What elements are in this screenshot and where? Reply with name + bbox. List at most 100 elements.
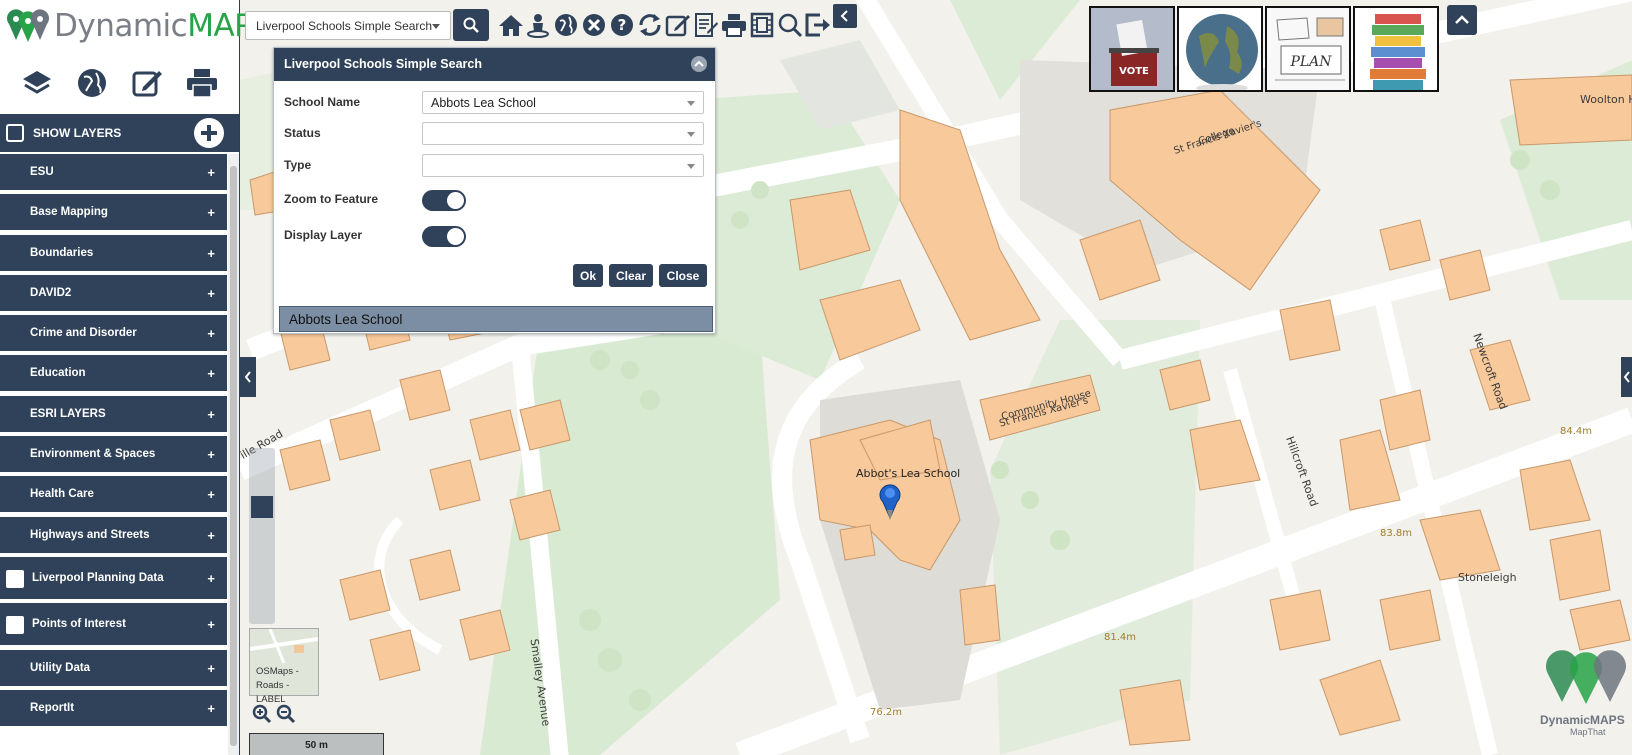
show-layers-label: SHOW LAYERS <box>33 126 122 140</box>
collapse-side-panel-button[interactable] <box>240 357 256 397</box>
layer-boundaries[interactable]: Boundaries + <box>0 234 227 273</box>
layer-highways-streets[interactable]: Highways and Streets + <box>0 516 227 555</box>
layer-esu[interactable]: ESU + <box>0 154 227 192</box>
left-toolbar <box>0 52 239 114</box>
globe-thumbnail[interactable] <box>1177 6 1263 92</box>
dialog-collapse-button[interactable] <box>691 56 707 72</box>
svg-text:?: ? <box>618 16 627 34</box>
expand-icon[interactable]: + <box>207 701 215 716</box>
expand-icon[interactable]: + <box>207 407 215 422</box>
dialog-header: Liverpool Schools Simple Search <box>274 48 715 81</box>
zoom-to-feature-label: Zoom to Feature <box>284 192 379 206</box>
layer-checkbox[interactable] <box>6 569 24 588</box>
globe-icon[interactable] <box>72 63 112 103</box>
help-icon[interactable]: ? <box>608 11 636 39</box>
close-button[interactable]: Close <box>659 264 707 287</box>
expand-icon[interactable]: + <box>207 487 215 502</box>
display-layer-toggle[interactable] <box>422 226 466 247</box>
ok-button[interactable]: Ok <box>573 264 603 287</box>
list-edit-icon[interactable] <box>692 11 720 39</box>
expand-icon[interactable]: + <box>207 447 215 462</box>
elevation-label: 83.8m <box>1380 528 1413 539</box>
expand-icon[interactable]: + <box>207 286 215 301</box>
layer-crime-and-disorder[interactable]: Crime and Disorder + <box>0 315 227 354</box>
layer-education[interactable]: Education + <box>0 355 227 394</box>
zoom-in-icon[interactable] <box>252 704 272 727</box>
clear-button[interactable]: Clear <box>609 264 653 287</box>
scrollbar-thumb[interactable] <box>230 166 237 746</box>
layer-label: DAVID2 <box>30 286 72 299</box>
layer-reportit[interactable]: ReportIt + <box>0 689 227 728</box>
logout-icon[interactable] <box>804 11 832 39</box>
elevation-label: 84.4m <box>1560 426 1593 437</box>
layer-utility-data[interactable]: Utility Data + <box>0 649 227 688</box>
layer-label: Health Care <box>30 488 94 501</box>
watermark-text: DynamicMAPS <box>1540 713 1625 727</box>
school-name-select[interactable]: Abbots Lea School <box>422 91 704 114</box>
edit-icon[interactable] <box>127 63 167 103</box>
search-type-select[interactable]: Liverpool Schools Simple Search <box>245 11 451 40</box>
refresh-icon[interactable] <box>636 11 664 39</box>
expand-icon[interactable]: + <box>207 617 215 632</box>
zoom-slider-handle[interactable] <box>251 496 273 518</box>
expand-icon[interactable]: + <box>207 366 215 381</box>
status-select[interactable] <box>422 122 704 145</box>
chevron-up-icon <box>694 60 704 67</box>
layer-esri-layers[interactable]: ESRI LAYERS + <box>0 395 227 434</box>
print-icon[interactable] <box>720 11 748 39</box>
search-button[interactable] <box>453 9 489 41</box>
show-layers-checkbox[interactable] <box>6 124 24 142</box>
layer-list: ESU + Base Mapping + Boundaries + DAVID2 + C… <box>0 154 227 755</box>
expand-icon[interactable]: + <box>207 165 215 180</box>
layer-health-care[interactable]: Health Care + <box>0 476 227 515</box>
layer-checkbox[interactable] <box>6 616 24 635</box>
map-label-woolton: Woolton H <box>1580 93 1632 106</box>
expand-icon[interactable]: + <box>207 246 215 261</box>
edit-icon[interactable] <box>664 11 692 39</box>
logo-pins-icon <box>6 6 54 46</box>
zoom-slider[interactable] <box>249 448 275 624</box>
basemap-switcher[interactable]: OSMaps - Roads - LABEL <box>249 628 319 705</box>
expand-icon[interactable]: + <box>207 326 215 341</box>
layer-liverpool-planning[interactable]: Liverpool Planning Data + <box>0 556 227 601</box>
expand-icon[interactable]: + <box>207 528 215 543</box>
print-icon[interactable] <box>182 63 222 103</box>
collapse-toolbar-button[interactable] <box>833 4 857 28</box>
chevron-down-icon <box>432 24 440 29</box>
chevron-down-icon <box>687 164 695 169</box>
zoom-to-feature-toggle[interactable] <box>422 190 466 211</box>
books-thumbnail[interactable] <box>1353 6 1439 92</box>
collapse-thumbnails-button[interactable] <box>1447 5 1477 35</box>
layers-icon[interactable] <box>17 63 57 103</box>
chevron-left-icon <box>244 371 251 383</box>
layer-label: ESRI LAYERS <box>30 407 106 420</box>
expand-icon[interactable]: + <box>207 205 215 220</box>
clear-icon[interactable] <box>580 11 608 39</box>
layer-points-of-interest[interactable]: Points of Interest + <box>0 603 227 648</box>
expand-icon[interactable]: + <box>207 661 215 676</box>
expand-icon[interactable]: + <box>207 571 215 586</box>
user-locate-icon[interactable] <box>524 11 552 39</box>
basemap-label: OSMaps - Roads - LABEL <box>256 665 318 707</box>
search-result-item[interactable]: Abbots Lea School <box>279 306 713 332</box>
vote-thumbnail[interactable]: VOTE <box>1089 6 1175 92</box>
search-map-icon[interactable] <box>776 11 804 39</box>
map-pin-icon[interactable] <box>878 480 902 520</box>
map-label-abbots-lea: Abbot's Lea School <box>856 467 961 480</box>
map-label-stoneleigh: Stoneleigh <box>1458 571 1517 584</box>
expand-right-panel-button[interactable] <box>1621 357 1632 397</box>
chevron-up-icon <box>1455 15 1469 24</box>
add-layer-button[interactable] <box>194 118 224 148</box>
type-select[interactable] <box>422 154 704 177</box>
layer-environment-spaces[interactable]: Environment & Spaces + <box>0 436 227 475</box>
home-icon[interactable] <box>497 11 525 39</box>
globe-icon[interactable] <box>552 11 580 39</box>
layer-david2[interactable]: DAVID2 + <box>0 274 227 313</box>
film-icon[interactable] <box>748 11 776 39</box>
plan-thumbnail[interactable]: PLAN <box>1265 6 1351 92</box>
chevron-left-icon <box>840 10 848 22</box>
zoom-out-icon[interactable] <box>276 704 296 727</box>
layer-list-scrollbar[interactable] <box>228 154 239 755</box>
layer-base-mapping[interactable]: Base Mapping + <box>0 194 227 233</box>
elevation-label: 76.2m <box>870 707 903 718</box>
